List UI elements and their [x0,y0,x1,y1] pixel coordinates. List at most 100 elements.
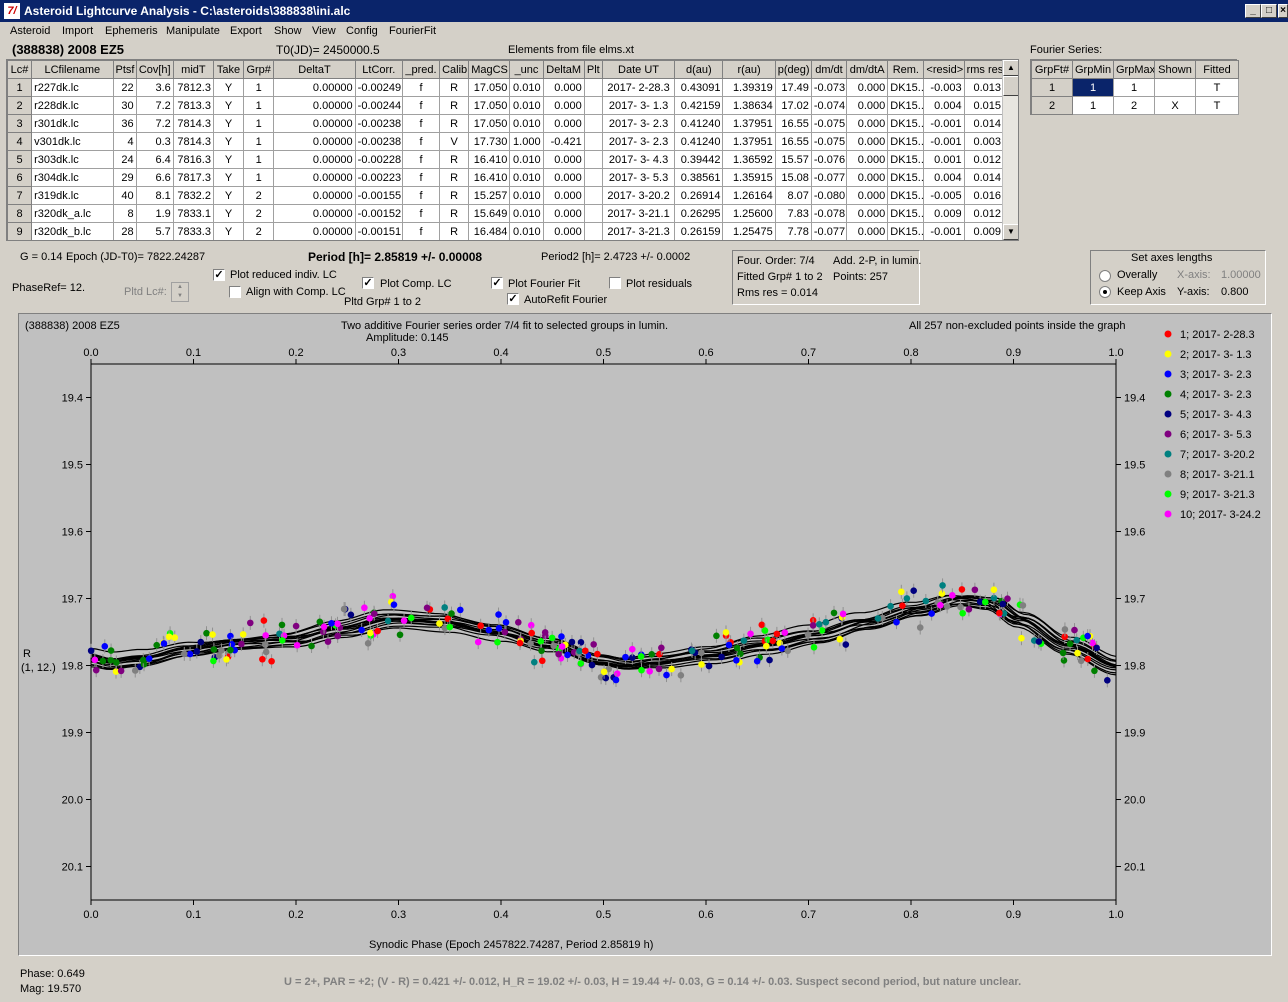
lc-cell[interactable]: 2 [243,186,275,205]
fs-col-header[interactable]: GrpMax [1113,60,1155,79]
lc-cell[interactable]: 1 [243,150,275,169]
lc-cell[interactable]: 0.010 [509,222,544,240]
lc-cell[interactable]: 6.4 [135,150,174,169]
lc-cell[interactable] [583,96,603,115]
menu-config[interactable]: Config [346,25,378,37]
lc-cell[interactable]: -0.075 [810,114,848,133]
lc-cell[interactable]: Y [212,186,245,205]
lc-cell[interactable]: 7812.3 [172,78,214,97]
lc-cell[interactable]: 0.010 [509,96,544,115]
lc-cell[interactable]: 1.37951 [722,132,776,151]
lc-cell[interactable]: 0.3 [135,132,174,151]
lc-cell[interactable]: r303dk.lc [31,150,114,169]
lc-cell[interactable] [583,204,603,223]
lc-cell[interactable]: 15.649 [468,204,511,223]
lc-cell[interactable]: 17.02 [774,96,812,115]
lc-cell[interactable]: -0.00249 [354,78,403,97]
lc-cell[interactable] [583,222,603,240]
lc-cell[interactable]: 0.014 [963,114,1005,133]
lc-cell[interactable]: f [401,204,441,223]
lc-cell[interactable]: Y [212,204,245,223]
lc-cell[interactable]: 7.78 [774,222,812,240]
yaxis-value[interactable]: 0.800 [1221,286,1249,298]
menu-manipulate[interactable]: Manipulate [166,25,220,37]
lc-row-number[interactable]: 8 [7,204,33,223]
lc-cell[interactable]: r320dk_a.lc [31,204,114,223]
lc-cell[interactable]: 7833.3 [172,222,214,240]
lc-cell[interactable]: -0.076 [810,150,848,169]
lc-col-header[interactable]: Cov[h] [135,60,174,79]
lc-cell[interactable]: 1 [243,96,275,115]
lc-cell[interactable]: 1 [243,132,275,151]
lc-cell[interactable]: 8.1 [135,186,174,205]
lc-cell[interactable]: f [401,132,441,151]
lc-cell[interactable]: 0.012 [963,150,1005,169]
lc-col-header[interactable]: midT [172,60,214,79]
lc-cell[interactable]: f [401,96,441,115]
lc-cell[interactable]: 2017- 3- 2.3 [601,132,676,151]
lc-cell[interactable]: -0.073 [810,78,848,97]
spin-up-icon[interactable]: ▲ [172,283,188,292]
lc-cell[interactable]: 0.000 [846,186,889,205]
fs-col-header[interactable]: Fitted [1195,60,1239,79]
lc-cell[interactable]: 7.2 [135,114,174,133]
menu-import[interactable]: Import [62,25,93,37]
fs-cell[interactable]: T [1195,96,1239,115]
lc-col-header[interactable]: LCfilename [31,60,114,79]
lc-table-row[interactable]: 4 v301dk.lc 4 0.3 7814.3 Y 1 0.00000 -0.00238 f V 1… [7,132,1005,151]
lc-cell[interactable]: 0.00000 [273,150,356,169]
lc-col-header[interactable]: MagCS [468,60,511,79]
plot-residuals-checkbox[interactable] [609,277,621,289]
lc-cell[interactable]: 15.08 [774,168,812,187]
lc-cell[interactable]: 0.004 [923,168,965,187]
lc-cell[interactable]: 0.26295 [674,204,724,223]
lc-cell[interactable]: 15.257 [468,186,511,205]
lc-cell[interactable]: 0.000 [542,204,585,223]
lc-row-number[interactable]: 3 [7,114,33,133]
lc-cell[interactable]: 7813.3 [172,96,214,115]
lc-cell[interactable]: 16.55 [774,132,812,151]
fs-table-row[interactable]: 111T [1031,78,1239,97]
lc-col-header[interactable]: Lc# [7,60,33,79]
lc-cell[interactable] [583,114,603,133]
lc-cell[interactable]: r228dk.lc [31,96,114,115]
lc-cell[interactable]: f [401,222,441,240]
spin-down-icon[interactable]: ▼ [172,292,188,301]
lc-cell[interactable]: 0.41240 [674,132,724,151]
lc-table-row[interactable]: 6 r304dk.lc 29 6.6 7817.3 Y 1 0.00000 -0.00223 f R… [7,168,1005,187]
lc-table-row[interactable]: 8 r320dk_a.lc 8 1.9 7833.1 Y 2 0.00000 -0.00152 f… [7,204,1005,223]
lc-cell[interactable]: -0.075 [810,132,848,151]
lc-cell[interactable]: R [439,96,470,115]
lc-cell[interactable]: 7.83 [774,204,812,223]
lc-cell[interactable]: 1.38634 [722,96,776,115]
lc-cell[interactable]: 1 [243,114,275,133]
fs-col-header[interactable]: GrpFt# [1031,60,1073,79]
lc-col-header[interactable]: p(deg) [774,60,812,79]
lc-cell[interactable]: -0.003 [923,78,965,97]
lc-cell[interactable]: 0.000 [846,96,889,115]
lc-cell[interactable]: 0.010 [509,114,544,133]
plot-fourier-checkbox[interactable]: ✓ [491,277,503,289]
lc-col-header[interactable]: _unc [509,60,544,79]
lc-row-number[interactable]: 5 [7,150,33,169]
fs-cell[interactable]: 1 [1072,78,1114,97]
lc-cell[interactable]: f [401,150,441,169]
lc-cell[interactable]: 3.6 [135,78,174,97]
lc-cell[interactable]: 1.26164 [722,186,776,205]
lc-cell[interactable]: 0.00000 [273,114,356,133]
lc-cell[interactable]: 22 [112,78,137,97]
lc-cell[interactable]: -0.077 [810,222,848,240]
lc-cell[interactable]: 2017- 3-21.3 [601,222,676,240]
lc-cell[interactable]: -0.001 [923,114,965,133]
lc-cell[interactable]: Y [212,78,245,97]
lc-cell[interactable]: 1.25600 [722,204,776,223]
lc-cell[interactable]: 0.41240 [674,114,724,133]
lc-col-header[interactable]: <resid> [923,60,965,79]
menu-export[interactable]: Export [230,25,262,37]
lc-cell[interactable]: 7814.3 [172,132,214,151]
menu-fourierfit[interactable]: FourierFit [389,25,436,37]
lc-cell[interactable]: r319dk.lc [31,186,114,205]
lc-cell[interactable]: 0.001 [923,150,965,169]
lc-table-row[interactable]: 2 r228dk.lc 30 7.2 7813.3 Y 1 0.00000 -0.00244 f R… [7,96,1005,115]
lc-cell[interactable]: R [439,114,470,133]
